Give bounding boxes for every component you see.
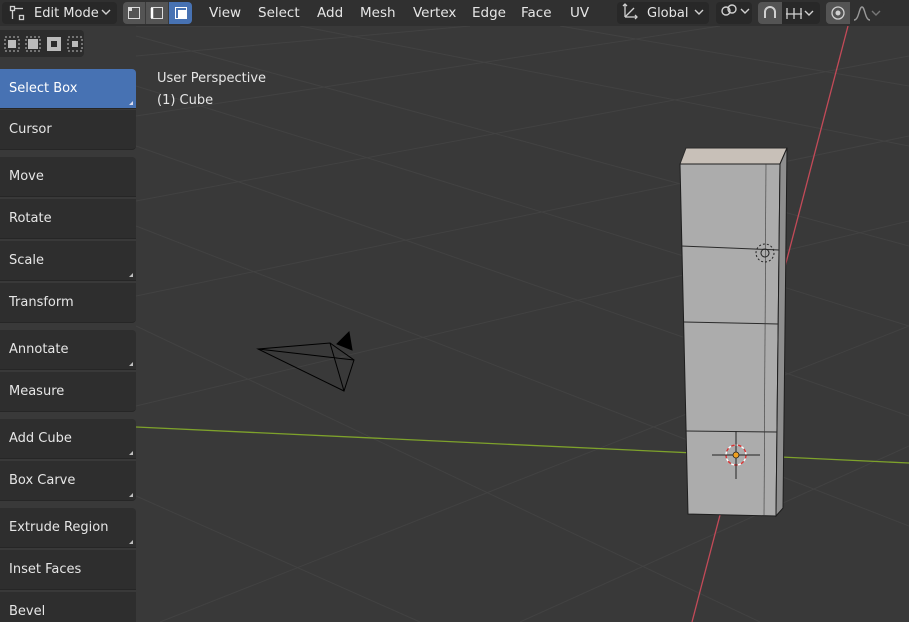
menu-face[interactable]: Face: [521, 0, 552, 26]
pivot-icon: [720, 3, 740, 23]
select-subtract-icon[interactable]: [45, 34, 63, 54]
camera-object: [256, 330, 355, 392]
vertex-select-icon: [128, 7, 140, 19]
proportional-editing-group: [826, 2, 886, 24]
tool-variants-indicator: [129, 101, 133, 105]
snap-target-dropdown[interactable]: [782, 2, 820, 24]
view-perspective-label: User Perspective: [157, 71, 267, 86]
tool-label: Add Cube: [9, 431, 72, 446]
menu-vertex[interactable]: Vertex: [413, 0, 456, 26]
tool-annotate[interactable]: Annotate: [0, 330, 136, 370]
edit-mode-icon: [8, 4, 26, 22]
tool-extrude-region[interactable]: Extrude Region: [0, 508, 136, 548]
falloff-curve-icon: [853, 6, 871, 21]
magnet-icon: [764, 6, 776, 18]
tool-bevel[interactable]: Bevel: [0, 592, 136, 622]
tool-transform[interactable]: Transform: [0, 283, 136, 323]
tool-variants-indicator: [129, 273, 133, 277]
cube-mesh: [679, 147, 788, 518]
tool-label: Box Carve: [9, 473, 76, 488]
tool-label: Move: [9, 169, 44, 184]
tool-label: Measure: [9, 384, 65, 399]
tool-label: Annotate: [9, 342, 69, 357]
3d-viewport[interactable]: User Perspective (1) Cube: [0, 26, 909, 622]
menu-add[interactable]: Add: [317, 0, 343, 26]
tool-box-carve[interactable]: Box Carve: [0, 461, 136, 501]
transform-pivot-dropdown[interactable]: [716, 2, 752, 24]
orientation-label: Global: [647, 5, 689, 21]
tool-label: Rotate: [9, 211, 52, 226]
face-select-button[interactable]: [169, 2, 192, 24]
viewport-grid: [135, 26, 909, 622]
selection-mode-toolbar: [0, 30, 84, 57]
mode-label: Edit Mode: [34, 5, 99, 21]
chevron-down-icon: [692, 5, 706, 23]
falloff-dropdown[interactable]: [850, 2, 886, 24]
tool-label: Cursor: [9, 122, 52, 137]
tool-variants-indicator: [129, 540, 133, 544]
chevron-down-icon: [871, 10, 881, 16]
tool-label: Scale: [9, 253, 44, 268]
menu-uv[interactable]: UV: [570, 0, 589, 26]
tool-label: Bevel: [9, 604, 46, 619]
select-new-icon[interactable]: [3, 34, 21, 54]
snap-toggle-button[interactable]: [758, 2, 782, 24]
orientation-axes-icon: [621, 2, 639, 24]
tool-scale[interactable]: Scale: [0, 241, 136, 281]
snapping-group: [758, 2, 820, 24]
select-intersect-icon[interactable]: [66, 34, 84, 54]
mesh-select-mode-group: [123, 2, 192, 24]
tool-variants-indicator: [129, 451, 133, 455]
viewport-header: Edit Mode View Select Add Mesh Vertex Ed…: [0, 0, 909, 26]
menu-edge[interactable]: Edge: [472, 0, 506, 26]
edge-select-button[interactable]: [146, 2, 169, 24]
menu-view[interactable]: View: [209, 0, 241, 26]
edge-select-icon: [150, 7, 163, 19]
tool-variants-indicator: [129, 362, 133, 366]
chevron-down-icon: [99, 5, 113, 23]
menu-select[interactable]: Select: [258, 0, 300, 26]
tool-measure[interactable]: Measure: [0, 372, 136, 412]
active-object-label: (1) Cube: [157, 93, 214, 108]
transform-orientation-dropdown[interactable]: Global: [617, 2, 709, 24]
tool-label: Extrude Region: [9, 520, 109, 535]
interaction-mode-dropdown[interactable]: Edit Mode: [2, 2, 117, 24]
chevron-down-icon: [804, 10, 814, 16]
snap-increment-icon: [786, 8, 802, 19]
face-select-icon: [174, 7, 187, 19]
tool-move[interactable]: Move: [0, 157, 136, 197]
tool-label: Select Box: [9, 81, 78, 96]
tool-inset-faces[interactable]: Inset Faces: [0, 550, 136, 590]
tool-label: Transform: [9, 295, 74, 310]
proportional-editing-icon: [831, 6, 845, 20]
tool-cursor[interactable]: Cursor: [0, 110, 136, 150]
tool-rotate[interactable]: Rotate: [0, 199, 136, 239]
select-extend-icon[interactable]: [24, 34, 42, 54]
tool-add-cube[interactable]: Add Cube: [0, 419, 136, 459]
menu-mesh[interactable]: Mesh: [360, 0, 396, 26]
proportional-editing-toggle[interactable]: [826, 2, 850, 24]
tool-variants-indicator: [129, 493, 133, 497]
tool-select-box[interactable]: Select Box: [0, 69, 136, 109]
chevron-down-icon: [740, 4, 750, 22]
vertex-select-button[interactable]: [123, 2, 146, 24]
tool-label: Inset Faces: [9, 562, 82, 577]
